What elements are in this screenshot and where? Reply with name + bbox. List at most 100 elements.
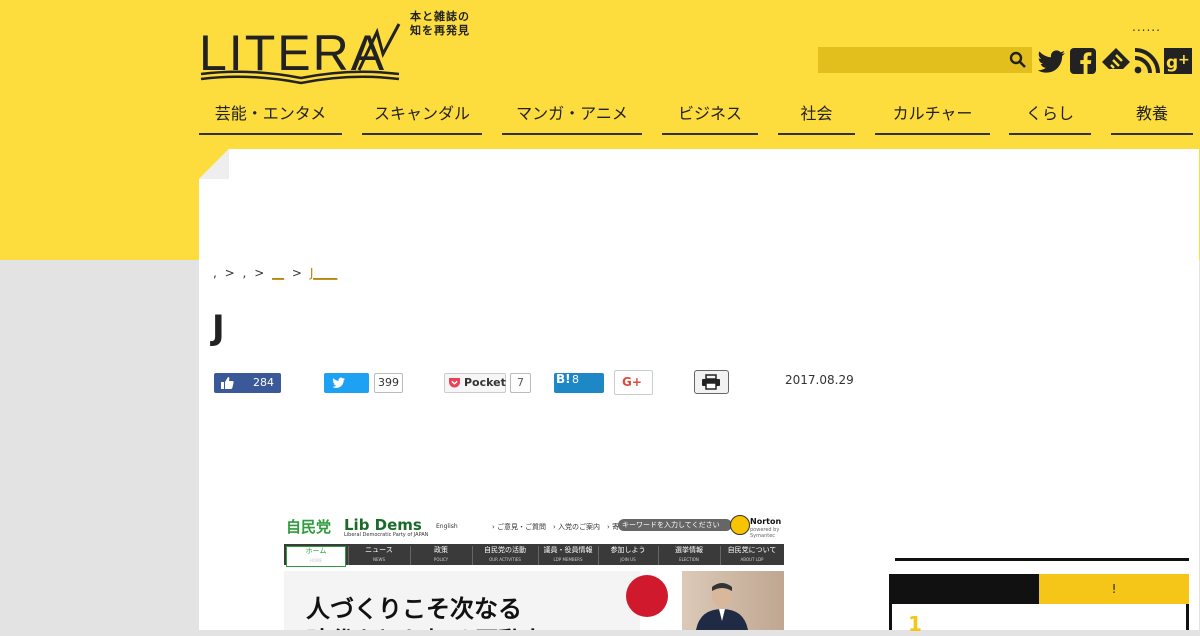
article-title: J bbox=[212, 308, 225, 348]
japan-flag bbox=[626, 571, 682, 630]
thumbs-up-icon bbox=[221, 377, 234, 389]
ldp-nav-label: ニュース bbox=[365, 546, 393, 554]
breadcrumb-item[interactable]: , bbox=[243, 266, 247, 280]
ldp-nav-label: 自民党の活動 bbox=[484, 546, 526, 554]
google-plus-share-button[interactable]: G+ bbox=[614, 370, 653, 395]
rank-number: 1 bbox=[908, 612, 922, 636]
person-photo bbox=[696, 583, 748, 630]
article-date: 2017.08.29 bbox=[785, 373, 854, 387]
hatena-bookmark-button[interactable]: B! 8 bbox=[554, 372, 604, 393]
twitter-bird-icon bbox=[332, 377, 345, 388]
ldp-nav-en: LDP MEMBERS bbox=[553, 557, 583, 562]
ldp-banner-line2: 時代を切り拓く原動力 bbox=[306, 621, 546, 630]
ldp-nav-label: ホーム bbox=[305, 547, 327, 555]
pocket-icon bbox=[449, 378, 460, 388]
breadcrumb-home[interactable]: , bbox=[213, 266, 217, 280]
printer-icon bbox=[702, 374, 720, 390]
ldp-nav-item: 選挙情報 ELECTION bbox=[658, 546, 719, 565]
sidebar-ranking-tabs: ! bbox=[889, 574, 1189, 604]
ldp-nav-item: 政策 POLICY bbox=[410, 546, 471, 565]
ldp-nav-item: 自民党の活動 OUR ACTIVITIES bbox=[472, 546, 537, 565]
google-plus-icon[interactable]: g + bbox=[1163, 46, 1193, 76]
sidebar-divider bbox=[895, 558, 1189, 561]
pocket-button[interactable]: Pocket bbox=[444, 373, 506, 393]
ldp-nav-label: 選挙情報 bbox=[675, 546, 703, 554]
ldp-nav-en: ABOUT LDP bbox=[740, 557, 764, 562]
norton-sub: powered by Symantec bbox=[750, 527, 780, 539]
nav-item-business[interactable]: ビジネス bbox=[662, 100, 758, 135]
hatena-icon: B! bbox=[556, 372, 571, 386]
breadcrumb: , > , > __ > J____ bbox=[213, 266, 337, 280]
ldp-search-box: キーワードを入力してください bbox=[618, 519, 732, 531]
norton-check-icon bbox=[730, 515, 750, 535]
norton-badge: Norton powered by Symantec bbox=[730, 512, 782, 540]
ldp-nav-en: HOME bbox=[309, 558, 323, 563]
tweet-count: 399 bbox=[374, 373, 403, 393]
pocket-label: Pocket bbox=[464, 376, 506, 389]
logo-tagline: 本と雑誌の 知を再発見 bbox=[410, 10, 470, 38]
breadcrumb-separator: > bbox=[254, 266, 265, 280]
sidebar-tab-active[interactable] bbox=[889, 574, 1039, 604]
card-corner-fold bbox=[199, 149, 229, 179]
ldp-nav-label: 参加しよう bbox=[610, 546, 646, 554]
ldp-nav-item: 自民党について ABOUT LDP bbox=[720, 546, 783, 565]
breadcrumb-separator: > bbox=[224, 266, 235, 280]
ldp-header: 自民党 Lib Dems Liberal Democratic Party of… bbox=[284, 510, 784, 540]
search-box bbox=[818, 47, 1032, 73]
ldp-banner-line1: 人づくりこそ次なる bbox=[306, 594, 522, 623]
nav-item-manga-anime[interactable]: マンガ・アニメ bbox=[502, 100, 642, 135]
ldp-nav-en: NEWS bbox=[372, 557, 385, 562]
ldp-banner: 人づくりこそ次なる 時代を切り拓く原動力 bbox=[284, 571, 784, 630]
ldp-nav-item: ホーム HOME bbox=[286, 546, 346, 567]
google-plus-share-icon: G+ bbox=[622, 375, 642, 389]
breadcrumb-separator: > bbox=[291, 266, 302, 280]
ldp-nav-label: 政策 bbox=[434, 546, 448, 554]
ldp-nav-en: ELECTION bbox=[679, 557, 699, 562]
sidebar-ranking-list: 1 bbox=[889, 604, 1189, 636]
nav-item-scandal[interactable]: スキャンダル bbox=[362, 100, 482, 135]
nav-item-lifestyle[interactable]: くらし bbox=[1009, 100, 1091, 135]
ldp-logo-sub: Liberal Democratic Party of JAPAN bbox=[344, 532, 429, 538]
top-dots: ...... bbox=[1132, 20, 1161, 34]
tagline-line2: 知を再発見 bbox=[410, 24, 470, 37]
ldp-nav-item: ニュース NEWS bbox=[348, 546, 409, 565]
like-count: 284 bbox=[253, 376, 274, 389]
feedly-icon[interactable] bbox=[1100, 46, 1132, 76]
ldp-logo-jp: 自民党 bbox=[286, 518, 332, 536]
print-button[interactable] bbox=[694, 370, 729, 394]
ldp-nav-en: POLICY bbox=[433, 557, 449, 562]
ldp-nav-label: 議員・役員情報 bbox=[543, 546, 593, 554]
pocket-count: 7 bbox=[510, 373, 531, 393]
nav-item-culture[interactable]: カルチャー bbox=[875, 100, 990, 135]
ldp-nav-item: 参加しよう JOIN US bbox=[598, 546, 657, 565]
ldp-nav-en: OUR ACTIVITIES bbox=[489, 557, 521, 562]
nav-item-education[interactable]: 教養 bbox=[1111, 100, 1193, 135]
sidebar-tab-secondary[interactable]: ! bbox=[1039, 574, 1189, 604]
breadcrumb-item[interactable]: __ bbox=[272, 266, 284, 280]
twitter-icon[interactable] bbox=[1037, 46, 1067, 76]
site-logo[interactable]: LITERA bbox=[199, 14, 403, 86]
nav-item-society[interactable]: 社会 bbox=[778, 100, 855, 135]
svg-text:+: + bbox=[1178, 52, 1190, 68]
svg-text:g: g bbox=[1166, 53, 1178, 73]
norton-label: Norton bbox=[750, 517, 782, 526]
ldp-nav: ホーム HOME ニュース NEWS 政策 POLICY 自民党の活動 OUR … bbox=[284, 544, 784, 567]
ldp-nav-label: 自民党について bbox=[727, 546, 777, 554]
ldp-nav-en: JOIN US bbox=[620, 557, 636, 562]
main-nav: 芸能・エンタメ スキャンダル マンガ・アニメ ビジネス 社会 カルチャー くらし… bbox=[199, 100, 1200, 136]
ldp-nav-item: 議員・役員情報 LDP MEMBERS bbox=[538, 546, 597, 565]
breadcrumb-current[interactable]: J____ bbox=[310, 266, 338, 280]
facebook-icon[interactable] bbox=[1069, 46, 1097, 76]
tagline-line1: 本と雑誌の bbox=[410, 10, 470, 23]
ldp-banner-photo bbox=[626, 571, 784, 630]
tweet-button[interactable] bbox=[324, 373, 369, 393]
search-input[interactable] bbox=[818, 47, 1014, 73]
article-image: 自民党 Lib Dems Liberal Democratic Party of… bbox=[284, 510, 784, 630]
ldp-top-links: › ご意見・ご質問 › 入党のご案内 › 寄付 bbox=[492, 523, 627, 531]
rss-icon[interactable] bbox=[1132, 46, 1162, 76]
search-icon[interactable] bbox=[1008, 50, 1028, 70]
ldp-english-link: English bbox=[436, 523, 458, 530]
nav-item-entertainment[interactable]: 芸能・エンタメ bbox=[199, 100, 342, 135]
hatena-count: 8 bbox=[572, 373, 579, 386]
facebook-like-button[interactable]: 284 bbox=[214, 373, 281, 393]
